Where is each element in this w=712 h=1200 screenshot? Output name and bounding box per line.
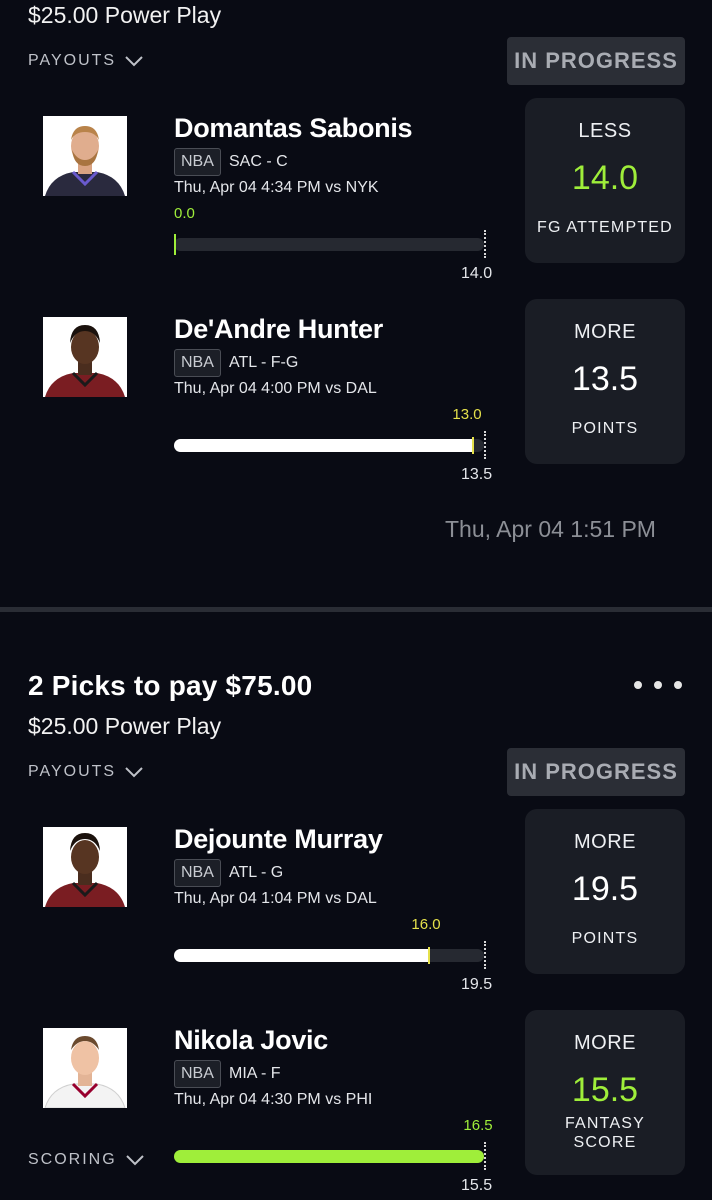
progress-marker <box>428 947 430 964</box>
player-name: Dejounte Murray <box>174 824 383 854</box>
pick-row[interactable]: Nikola Jovic NBA MIA - F Thu, Apr 04 4:3… <box>0 1010 712 1200</box>
progress-track <box>174 1150 484 1163</box>
team-position: ATL - F-G <box>229 354 299 371</box>
line-marker <box>484 941 486 969</box>
pick-direction: MORE <box>574 1032 636 1054</box>
projection-panel[interactable]: LESS 14.0 FG ATTEMPTED <box>525 98 685 263</box>
player-avatar <box>43 1028 127 1108</box>
player-avatar <box>43 116 127 196</box>
status-badge: IN PROGRESS <box>507 748 685 796</box>
projection-panel[interactable]: MORE 15.5 FANTASY SCORE <box>525 1010 685 1175</box>
player-avatar <box>43 827 127 907</box>
dot-icon <box>634 681 642 689</box>
line-value-label: 15.5 <box>461 1177 493 1194</box>
progress-track <box>174 437 484 454</box>
projection-value: 13.5 <box>571 360 639 398</box>
line-value-label: 19.5 <box>461 976 493 993</box>
more-options-button[interactable] <box>634 681 682 689</box>
pick-row[interactable]: Domantas Sabonis NBA SAC - C Thu, Apr 04… <box>0 98 712 293</box>
line-marker <box>484 230 486 258</box>
stat-type: FANTASY SCORE <box>564 1115 646 1151</box>
league-badge: NBA <box>174 349 221 377</box>
progress-track <box>174 234 484 255</box>
pick-direction: MORE <box>574 321 636 343</box>
entry-title: 2 Picks to pay $75.00 <box>28 670 313 701</box>
player-name: Domantas Sabonis <box>174 113 413 143</box>
chevron-down-icon <box>125 56 143 67</box>
dot-icon <box>674 681 682 689</box>
chevron-down-icon <box>125 1155 144 1166</box>
game-info: Thu, Apr 04 1:04 PM vs DAL <box>174 890 377 907</box>
league-badge: NBA <box>174 148 221 176</box>
stat-type: POINTS <box>571 420 639 437</box>
projection-panel[interactable]: MORE 13.5 POINTS <box>525 299 685 464</box>
progress-fill <box>174 1150 484 1163</box>
play-type: $25.00 Power Play <box>28 713 222 739</box>
status-badge: IN PROGRESS <box>507 37 685 85</box>
scoring-label: SCORING <box>28 1151 117 1168</box>
league-badge: NBA <box>174 859 221 887</box>
current-value-label: 16.5 <box>463 1117 493 1134</box>
team-position: MIA - F <box>229 1065 281 1082</box>
game-info: Thu, Apr 04 4:00 PM vs DAL <box>174 380 377 397</box>
team-position: ATL - G <box>229 864 284 881</box>
play-type: $25.00 Power Play <box>28 2 222 28</box>
entry-timestamp: Thu, Apr 04 1:51 PM <box>445 516 656 542</box>
payouts-label: PAYOUTS <box>28 52 117 69</box>
player-name: Nikola Jovic <box>174 1025 328 1055</box>
stat-type: POINTS <box>571 930 639 947</box>
projection-value: 14.0 <box>571 159 639 197</box>
current-value-label: 16.0 <box>411 916 441 933</box>
projection-value: 19.5 <box>571 870 639 908</box>
projection-value: 15.5 <box>571 1071 639 1109</box>
payouts-toggle[interactable]: PAYOUTS <box>28 52 144 70</box>
payouts-label: PAYOUTS <box>28 763 117 780</box>
team-position: SAC - C <box>229 153 288 170</box>
progress-fill <box>174 949 429 962</box>
progress-fill <box>174 439 473 452</box>
progress-marker <box>174 234 176 255</box>
pick-row[interactable]: Dejounte Murray NBA ATL - G Thu, Apr 04 … <box>0 809 712 1004</box>
line-value-label: 13.5 <box>461 466 493 483</box>
chevron-down-icon <box>125 767 143 778</box>
progress-track <box>174 947 484 964</box>
league-badge: NBA <box>174 1060 221 1088</box>
line-marker <box>484 431 486 459</box>
projection-panel[interactable]: MORE 19.5 POINTS <box>525 809 685 974</box>
progress-marker <box>472 437 474 454</box>
pick-direction: LESS <box>578 120 632 142</box>
dot-icon <box>654 681 662 689</box>
pick-direction: MORE <box>574 831 636 853</box>
stat-type: FG ATTEMPTED <box>537 219 673 236</box>
game-info: Thu, Apr 04 4:30 PM vs PHI <box>174 1091 373 1108</box>
current-value-label: 0.0 <box>174 205 195 222</box>
player-name: De'Andre Hunter <box>174 314 383 344</box>
line-marker <box>484 1142 486 1170</box>
player-avatar <box>43 317 127 397</box>
entry-card-1: $25.00 Power Play PAYOUTS IN PROGRESS Do… <box>0 0 712 607</box>
entry-card-2: 2 Picks to pay $75.00 $25.00 Power Play … <box>0 612 712 1200</box>
pick-row[interactable]: De'Andre Hunter NBA ATL - F-G Thu, Apr 0… <box>0 299 712 494</box>
line-value-label: 14.0 <box>461 265 493 282</box>
current-value-label: 13.0 <box>452 406 482 423</box>
scoring-toggle[interactable]: SCORING <box>28 1151 145 1169</box>
game-info: Thu, Apr 04 4:34 PM vs NYK <box>174 179 379 196</box>
payouts-toggle[interactable]: PAYOUTS <box>28 763 144 781</box>
